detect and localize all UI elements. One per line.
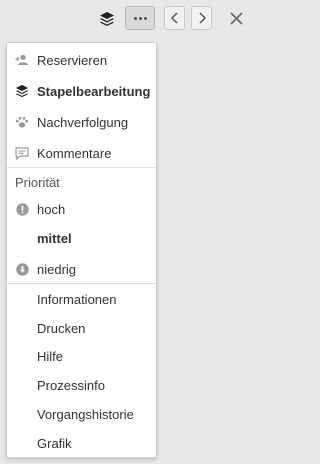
menu-item-label: Prozessinfo [37,377,105,393]
priority-option-hoch[interactable]: hoch [7,194,156,224]
menu-item-grafik[interactable]: Grafik [7,428,156,458]
priority-option-label: mittel [37,230,72,246]
menu-item-drucken[interactable]: Drucken [7,313,156,343]
comment-icon [15,146,29,160]
chevron-right-icon [198,12,206,24]
menu-item-label: Informationen [37,291,117,307]
arrow-down-circle-icon [15,262,29,276]
menu-item-stapelbearbeitung[interactable]: Stapelbearbeitung [7,76,156,106]
menu-item-nachverfolgung[interactable]: Nachverfolgung [7,107,156,137]
menu-item-label: Grafik [37,435,72,451]
close-button[interactable] [226,8,246,28]
previous-button[interactable] [164,6,185,30]
menu-item-prozessinfo[interactable]: Prozessinfo [7,370,156,400]
priority-option-mittel[interactable]: mittel [7,223,156,253]
menu-item-label: Nachverfolgung [37,114,129,130]
priority-option-label: hoch [37,201,66,217]
dropdown-menu: Reservieren Stapelbearbeitung Nachverfol… [6,42,157,458]
priority-heading-label: Priorität [15,174,60,190]
menu-item-label: Vorgangshistorie [37,406,134,422]
priority-option-niedrig[interactable]: niedrig [7,254,156,284]
menu-item-hilfe[interactable]: Hilfe [7,341,156,371]
menu-item-informationen[interactable]: Informationen [7,284,156,314]
menu-item-label: Kommentare [37,145,112,161]
menu-item-label: Reservieren [37,52,108,68]
menu-item-vorgangshistorie[interactable]: Vorgangshistorie [7,399,156,429]
toolbar [0,0,254,38]
exclamation-circle-icon [15,202,29,216]
paw-icon [15,115,29,129]
menu-item-kommentare[interactable]: Kommentare [7,138,156,168]
person-add-icon [15,53,29,67]
next-button[interactable] [191,6,212,30]
more-options-button[interactable] [125,6,155,30]
menu-item-reservieren[interactable]: Reservieren [7,45,156,75]
menu-item-label: Drucken [37,320,86,336]
more-horizontal-icon [133,16,147,20]
chevron-left-icon [170,12,178,24]
menu-item-label: Stapelbearbeitung [37,83,151,99]
close-icon [229,11,243,25]
layers-icon [15,84,29,98]
menu-item-label: Hilfe [37,348,64,364]
layers-icon[interactable] [96,8,118,30]
priority-option-label: niedrig [37,261,77,277]
priority-heading: Priorität [7,167,156,197]
